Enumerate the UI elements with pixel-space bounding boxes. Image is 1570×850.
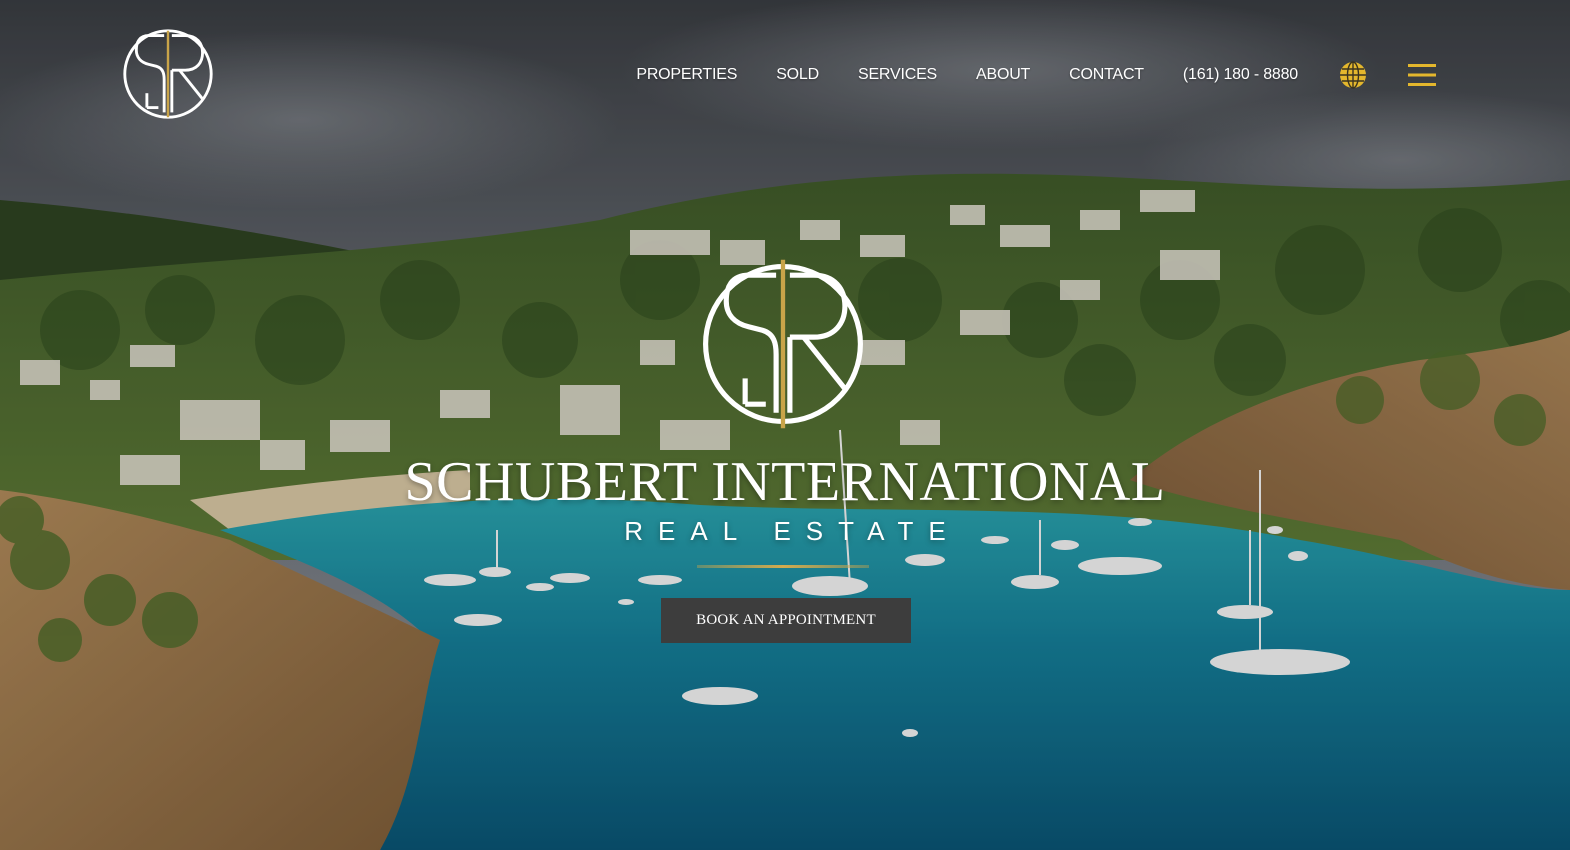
gold-divider — [697, 565, 869, 568]
hamburger-menu-icon[interactable] — [1408, 63, 1436, 87]
nav-link-contact[interactable]: CONTACT — [1069, 60, 1144, 90]
nav-link-properties[interactable]: PROPERTIES — [636, 60, 737, 90]
nav-link-services[interactable]: SERVICES — [858, 60, 937, 90]
globe-icon[interactable] — [1338, 60, 1368, 90]
main-nav: PROPERTIES SOLD SERVICES ABOUT CONTACT (… — [636, 60, 1436, 90]
phone-link[interactable]: (161) 180 - 8880 — [1183, 60, 1298, 90]
hero-section: PROPERTIES SOLD SERVICES ABOUT CONTACT (… — [0, 0, 1570, 850]
brand-logo — [703, 259, 863, 429]
site-logo[interactable] — [120, 26, 216, 122]
brand-tagline: REAL ESTATE — [624, 516, 961, 546]
nav-link-about[interactable]: ABOUT — [976, 60, 1030, 90]
brand-name: SCHUBERT INTERNATIONAL — [404, 451, 1166, 513]
book-appointment-button[interactable]: BOOK AN APPOINTMENT — [661, 598, 911, 643]
nav-link-sold[interactable]: SOLD — [776, 60, 819, 90]
